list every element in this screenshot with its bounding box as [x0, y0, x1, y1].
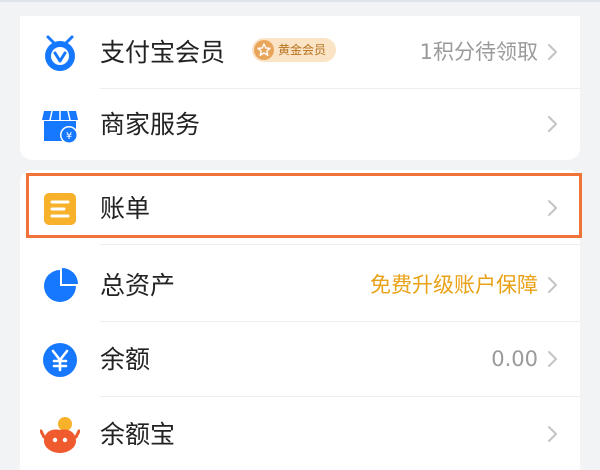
alipay-member-icon: [40, 33, 80, 73]
top-edge: [0, 0, 600, 2]
points-text: 1积分待领取: [419, 40, 538, 64]
chevron-right-icon: [548, 426, 557, 442]
assets-row[interactable]: 总资产 免费升级账户保障: [20, 249, 580, 321]
svg-text:¥: ¥: [66, 131, 72, 142]
merchant-row[interactable]: ¥ 商家服务: [20, 88, 580, 160]
balance-amount: 0.00: [491, 347, 538, 371]
merchant-label: 商家服务: [100, 110, 201, 139]
divider: [100, 396, 580, 397]
balance-label: 余额: [100, 345, 151, 374]
chevron-right-icon: [548, 277, 557, 293]
bill-icon: [40, 189, 80, 229]
account-protection-promo[interactable]: 免费升级账户保障: [370, 267, 538, 303]
gold-member-badge-text: 黄金会员: [278, 43, 327, 57]
chevron-right-icon: [548, 200, 557, 216]
yuan-icon: [40, 340, 80, 380]
yuebao-icon: [40, 415, 80, 455]
chevron-right-icon: [548, 116, 557, 132]
assets-card: 账单 总资产 免费升级账户保障 余额 0.00 余额宝: [20, 170, 580, 470]
yuebao-row[interactable]: 余额宝: [20, 398, 580, 470]
assets-label: 总资产: [100, 271, 176, 300]
yuebao-label: 余额宝: [100, 420, 176, 449]
gold-member-badge[interactable]: 黄金会员: [252, 38, 337, 62]
shop-icon: ¥: [40, 105, 80, 145]
divider: [100, 244, 580, 245]
star-icon: [254, 40, 274, 60]
chevron-right-icon: [548, 351, 557, 367]
chevron-right-icon: [548, 44, 557, 60]
member-label: 支付宝会员: [100, 38, 226, 67]
divider: [100, 321, 580, 322]
bill-label: 账单: [100, 194, 151, 223]
bill-row[interactable]: 账单: [20, 172, 580, 244]
member-row[interactable]: 支付宝会员 黄金会员 1积分待领取: [20, 16, 580, 88]
pie-chart-icon: [40, 266, 80, 306]
balance-row[interactable]: 余额 0.00: [20, 323, 580, 395]
services-card: 支付宝会员 黄金会员 1积分待领取 ¥ 商家服务: [20, 16, 580, 160]
